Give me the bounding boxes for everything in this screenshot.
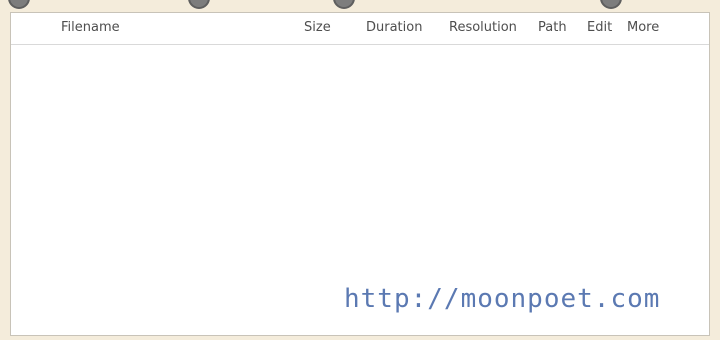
toolbar-button-3-icon[interactable] bbox=[333, 0, 355, 9]
column-header-path[interactable]: Path bbox=[538, 20, 567, 35]
watermark-url: http://moonpoet.com bbox=[344, 284, 661, 314]
toolbar-button-2-icon[interactable] bbox=[188, 0, 210, 9]
column-header-edit[interactable]: Edit bbox=[587, 20, 612, 35]
toolbar-strip bbox=[0, 0, 720, 12]
column-header-more[interactable]: More bbox=[627, 20, 659, 35]
column-header-duration[interactable]: Duration bbox=[366, 20, 422, 35]
column-header-filename[interactable]: Filename bbox=[61, 20, 120, 35]
column-header-resolution[interactable]: Resolution bbox=[449, 20, 517, 35]
toolbar-button-1-icon[interactable] bbox=[8, 0, 30, 9]
column-header-size[interactable]: Size bbox=[304, 20, 331, 35]
file-list-header: Filename Size Duration Resolution Path E… bbox=[11, 13, 709, 45]
toolbar-button-4-icon[interactable] bbox=[600, 0, 622, 9]
